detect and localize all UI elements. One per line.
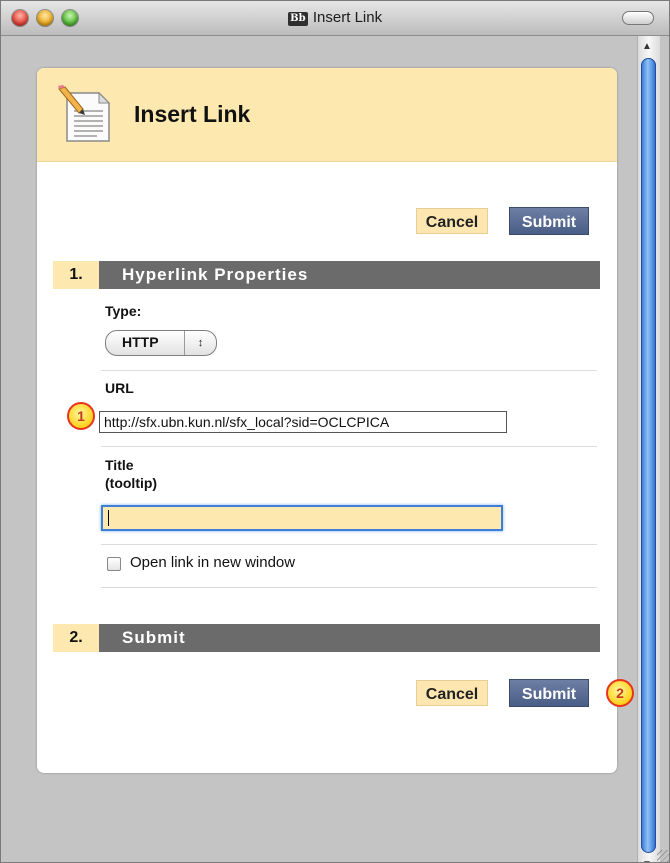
page-title: Insert Link (134, 101, 251, 127)
scroll-down-arrow-icon[interactable]: ▼ (642, 859, 652, 862)
url-label: URL (105, 380, 134, 396)
link-type-select[interactable]: HTTP ↕ (105, 330, 217, 356)
title-label: Title (105, 457, 134, 473)
title-bar[interactable]: Bb Insert Link (1, 1, 669, 36)
link-type-value: HTTP (122, 334, 159, 350)
top-submit-button[interactable]: Submit (509, 207, 589, 235)
bottom-submit-button[interactable]: Submit (509, 679, 589, 707)
scroll-thumb[interactable] (641, 58, 656, 853)
window-title: Bb Insert Link (1, 9, 669, 26)
section-title: Hyperlink Properties (122, 265, 309, 284)
insert-link-panel: Insert Link Cancel Submit 1. Hyperlink P… (37, 68, 617, 773)
callout-marker-2: 2 (606, 679, 634, 707)
select-arrows-icon: ↕ (184, 331, 216, 355)
section-submit: 2. Submit (53, 624, 600, 652)
separator (101, 587, 597, 588)
open-new-window-label[interactable]: Open link in new window (130, 554, 295, 571)
url-field[interactable] (99, 411, 507, 433)
text-cursor (108, 510, 109, 526)
open-new-window-checkbox[interactable] (107, 557, 121, 571)
tooltip-label: (tooltip) (105, 475, 158, 491)
document-pencil-icon (58, 85, 111, 142)
vertical-scrollbar[interactable]: ▲ ▼ (637, 36, 660, 862)
section-number: 2. (53, 624, 99, 652)
separator (101, 370, 597, 371)
type-label: Type: (105, 303, 142, 319)
panel-header: Insert Link (37, 68, 617, 162)
window-title-text: Insert Link (312, 9, 383, 26)
toolbar-toggle-button[interactable] (622, 11, 654, 25)
section-hyperlink-properties: 1. Hyperlink Properties (53, 261, 600, 289)
scroll-up-arrow-icon[interactable]: ▲ (642, 41, 652, 52)
section-number: 1. (53, 261, 99, 289)
title-tooltip-field[interactable] (101, 505, 503, 531)
separator (101, 446, 597, 447)
resize-grip-icon[interactable] (657, 850, 669, 862)
section-title: Submit (122, 628, 186, 647)
window: Bb Insert Link ▲ ▼ Insert Link (0, 0, 670, 863)
bottom-cancel-button[interactable]: Cancel (416, 680, 488, 706)
separator (101, 544, 597, 545)
callout-marker-1: 1 (67, 402, 95, 430)
top-cancel-button[interactable]: Cancel (416, 208, 488, 234)
blackboard-app-icon: Bb (287, 12, 308, 26)
